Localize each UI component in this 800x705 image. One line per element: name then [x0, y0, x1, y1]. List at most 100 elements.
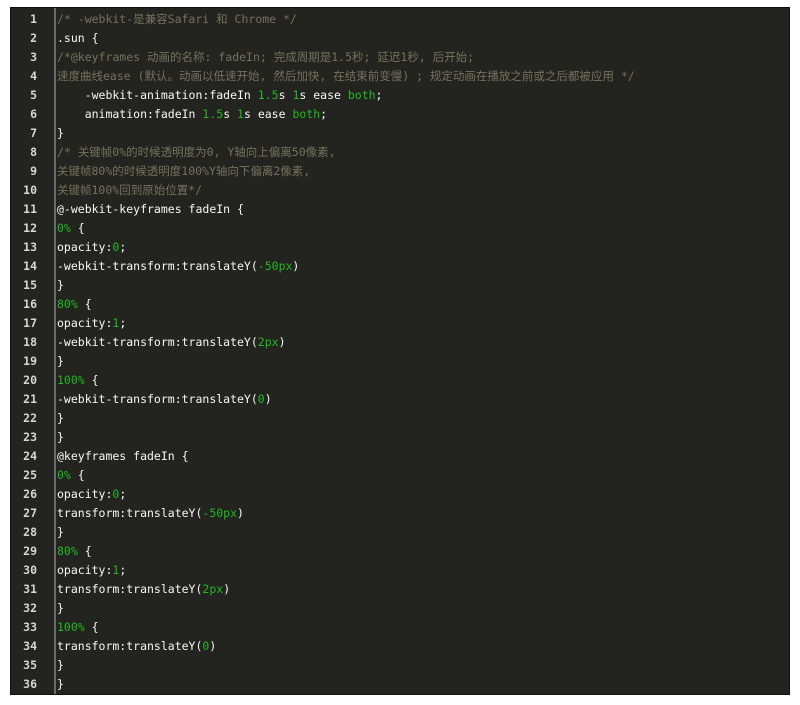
code-line: 8 /* 关键帧0%的时候透明度为0, Y轴向上偏离50像素, [11, 143, 789, 162]
code-line: 9 关键帧80%的时候透明度100%Y轴向下偏离2像素, [11, 162, 789, 181]
code-token: 关键帧100%回到原始位置*/ [57, 183, 203, 197]
code-line: 18 -webkit-transform:translateY(2px) [11, 333, 789, 352]
code-line: 12 0% { [11, 219, 789, 238]
code-token: ) [292, 259, 300, 273]
line-code: /* 关键帧0%的时候透明度为0, Y轴向上偏离50像素, [57, 143, 336, 162]
line-number: 27 [23, 506, 37, 520]
code-token: opacity: [57, 487, 113, 501]
code-line: 15} [11, 276, 789, 295]
code-line: 4 速度曲线ease (默认。动画以低速开始, 然后加快, 在结束前变慢) ; 规… [11, 67, 789, 86]
code-line: 10 关键帧100%回到原始位置*/ [11, 181, 789, 200]
code-token: 1 [237, 107, 244, 121]
code-line: 7} [11, 124, 789, 143]
code-line: 16 80% { [11, 295, 789, 314]
code-line: 3 /*@keyframes 动画的名称: fadeIn; 完成周期是1.5秒; … [11, 48, 789, 67]
line-code: transform:translateY(0) [57, 637, 216, 656]
code-token: both [347, 88, 376, 102]
code-line: 33 100% { [11, 618, 789, 637]
line-number: 11 [23, 202, 37, 216]
line-number: 14 [23, 259, 37, 273]
line-number: 28 [23, 525, 37, 539]
code-token: } [57, 658, 64, 672]
code-token: ; [119, 487, 127, 501]
code-token: ) [237, 506, 244, 520]
code-block: 1 /* -webkit-是兼容Safari 和 Chrome */ 2 .sun {… [10, 7, 790, 695]
line-number: 33 [23, 620, 37, 634]
line-number: 12 [23, 221, 37, 235]
line-code: @-webkit-keyframes fadeIn { [57, 200, 244, 219]
code-token: ) [264, 392, 272, 406]
code-line: 27 transform:translateY(-50px) [11, 504, 789, 523]
code-line: 22} [11, 409, 789, 428]
code-line: 5 -webkit-animation:fadeIn 1.5s 1s ease … [11, 86, 789, 105]
line-code: } [57, 428, 64, 447]
line-number: 18 [23, 335, 37, 349]
line-number: 10 [23, 183, 37, 197]
code-token: { [70, 468, 85, 482]
code-line: 35} [11, 656, 789, 675]
line-number: 3 [30, 50, 37, 64]
code-token: 2px [202, 582, 224, 596]
code-line: 19} [11, 352, 789, 371]
code-token: -webkit-animation:fadeIn [57, 88, 258, 102]
code-lines: 1 /* -webkit-是兼容Safari 和 Chrome */ 2 .sun {… [11, 10, 789, 694]
line-number: 32 [23, 601, 37, 615]
code-token: } [57, 126, 64, 140]
line-number: 4 [30, 69, 37, 83]
code-line: 26 opacity:0; [11, 485, 789, 504]
code-token: 100% [57, 620, 85, 634]
line-code: } [57, 409, 64, 428]
code-line: 34 transform:translateY(0) [11, 637, 789, 656]
line-code: } [57, 124, 64, 143]
code-token: animation:fadeIn [57, 107, 203, 121]
line-code: } [57, 523, 64, 542]
line-code: transform:translateY(2px) [57, 580, 230, 599]
code-token: ) [223, 582, 231, 596]
code-token: ) [278, 335, 286, 349]
line-number: 30 [23, 563, 37, 577]
code-token: } [57, 525, 64, 539]
line-number: 16 [23, 297, 37, 311]
line-code: 0% { [57, 219, 85, 238]
code-token: 1.5 [257, 88, 279, 102]
code-line: 25 0% { [11, 466, 789, 485]
line-number: 19 [23, 354, 37, 368]
line-number: 9 [30, 164, 37, 178]
code-line: 28} [11, 523, 789, 542]
line-number: 36 [23, 677, 37, 691]
code-token: @keyframes fadeIn { [57, 449, 189, 463]
code-token: } [57, 354, 64, 368]
line-number: 25 [23, 468, 37, 482]
code-token: s ease [299, 88, 348, 102]
code-token: 0 [257, 392, 265, 406]
line-code: -webkit-animation:fadeIn 1.5s 1s ease bo… [57, 86, 383, 105]
code-token: opacity: [57, 316, 113, 330]
code-token: 2px [257, 335, 279, 349]
code-line: 21 -webkit-transform:translateY(0) [11, 390, 789, 409]
code-token: } [57, 411, 64, 425]
line-code: } [57, 352, 64, 371]
line-number: 20 [23, 373, 37, 387]
line-code: } [57, 675, 64, 694]
code-token: ; [119, 240, 127, 254]
code-token: 80% [57, 544, 78, 558]
line-code: 速度曲线ease (默认。动画以低速开始, 然后加快, 在结束前变慢) ; 规定… [57, 67, 635, 86]
code-token: -webkit-transform:translateY( [57, 335, 258, 349]
line-code: animation:fadeIn 1.5s 1s ease both; [57, 105, 327, 124]
line-number: 29 [23, 544, 37, 558]
line-number: 6 [30, 107, 37, 121]
code-token: ; [375, 88, 383, 102]
code-token: transform:translateY( [57, 582, 203, 596]
line-code: -webkit-transform:translateY(-50px) [57, 257, 299, 276]
line-code: opacity:1; [57, 561, 126, 580]
code-token: both [292, 107, 321, 121]
code-token: { [70, 221, 85, 235]
code-line: 13 opacity:0; [11, 238, 789, 257]
line-code: opacity:0; [57, 485, 126, 504]
code-token: opacity: [57, 563, 113, 577]
line-number: 24 [23, 449, 37, 463]
line-code: 关键帧100%回到原始位置*/ [57, 181, 202, 200]
code-token: 100% [57, 373, 85, 387]
line-number: 8 [30, 145, 37, 159]
code-token: { [84, 620, 99, 634]
